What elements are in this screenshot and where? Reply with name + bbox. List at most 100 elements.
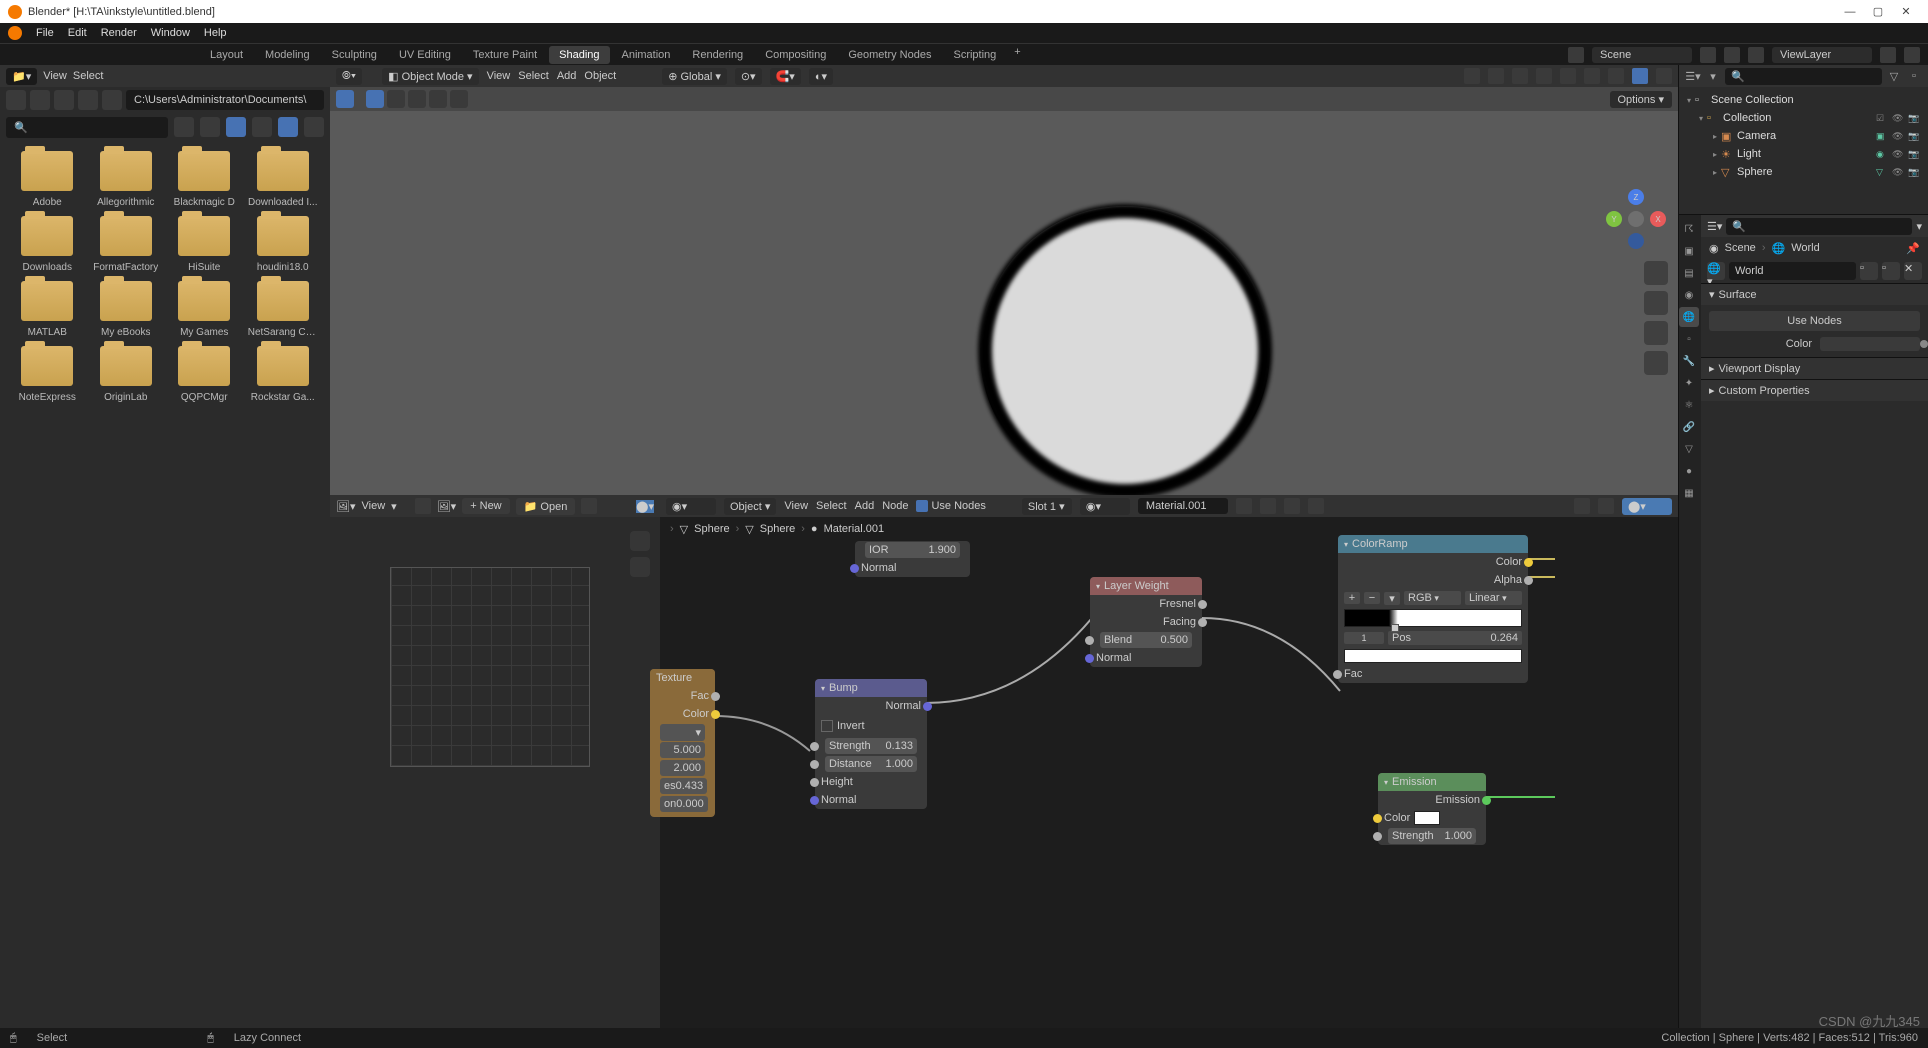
ne-display-dropdown[interactable]: ⬤▾ [1622,498,1672,515]
ramp-index[interactable]: 1 [1344,632,1384,644]
editor-type-dropdown[interactable]: 📁▾ [6,68,37,85]
bump-distance[interactable]: 1.000 [885,758,913,770]
sphere-data-icon[interactable]: ▽ [1876,167,1888,178]
tab-modeling[interactable]: Modeling [255,46,320,64]
folder-item[interactable]: Downloads [10,216,85,273]
outliner-filter-button[interactable]: ▽ [1886,68,1902,84]
world-unlink-button[interactable]: ✕ [1904,262,1922,280]
tab-shading[interactable]: Shading [549,46,609,64]
texture-node-header[interactable]: Texture [650,669,715,687]
surface-panel-header[interactable]: ▾Surface [1701,284,1928,305]
tab-compositing[interactable]: Compositing [755,46,836,64]
proptab-modifier[interactable]: 🔧 [1679,351,1699,371]
light-hide-icon[interactable]: 👁 [1892,149,1904,160]
mode-dropdown[interactable]: ◧ Object Mode ▾ [382,68,478,85]
folder-item[interactable]: Rockstar Ga... [246,346,321,403]
proptab-texture[interactable]: ▦ [1679,483,1699,503]
bump-strength[interactable]: 0.133 [885,740,913,752]
outliner-sphere[interactable]: ▸▽Sphere ▽ 👁 📷 [1683,163,1924,181]
select-subtract-button[interactable] [408,90,426,108]
material-browse-button[interactable]: ◉▾ [1080,498,1130,515]
ramp-handle[interactable] [1391,624,1399,632]
layerweight-node-header[interactable]: ▾Layer Weight [1090,577,1202,595]
menu-render[interactable]: Render [101,27,137,39]
minimize-button[interactable]: — [1836,6,1864,18]
nav-back-button[interactable] [6,90,26,110]
viewport-editor-type[interactable]: ⦾▾ [336,68,362,85]
folder-item[interactable]: Downloaded I... [246,151,321,208]
folder-item[interactable]: FormatFactory [89,216,164,273]
view-list-button[interactable] [174,117,194,137]
vp-view-menu[interactable]: View [487,70,511,82]
folder-item[interactable]: Blackmagic D [167,151,242,208]
props-search[interactable]: 🔍 [1726,218,1912,235]
snap-dropdown[interactable]: 🧲▾ [770,68,801,85]
pin-image-button[interactable] [581,498,597,514]
bump-node-header[interactable]: ▾Bump [815,679,927,697]
vp-add-menu[interactable]: Add [557,70,577,82]
material-unlink-button[interactable] [1284,498,1300,514]
props-pin-button[interactable]: 📌 [1906,242,1920,255]
camera-view-button[interactable] [1644,321,1668,345]
proptab-scene[interactable]: ◉ [1679,285,1699,305]
scene-selector[interactable]: Scene [1592,47,1692,63]
search-input[interactable]: 🔍 [6,117,168,138]
path-input[interactable]: C:\Users\Administrator\Documents\ [126,90,324,110]
ramp-color-mode[interactable]: RGB ▾ [1404,591,1461,605]
proptab-particle[interactable]: ✦ [1679,373,1699,393]
custom-properties-panel-header[interactable]: ▸Custom Properties [1701,380,1928,401]
ramp-gradient[interactable] [1344,609,1522,627]
outliner-collection[interactable]: ▾▫Collection ☑ 👁 📷 [1683,109,1924,127]
outliner-camera[interactable]: ▸▣Camera ▣ 👁 📷 [1683,127,1924,145]
bread-sphere-2[interactable]: Sphere [760,523,795,535]
fb-view-menu[interactable]: View [43,70,67,82]
ie-display-dropdown[interactable]: ⬤▾ [636,500,654,513]
world-browse-button[interactable]: 🌐▾ [1707,262,1725,280]
proptab-material[interactable]: ● [1679,461,1699,481]
perspective-button[interactable] [1644,351,1668,375]
zoom-button[interactable] [1644,261,1668,285]
tab-uvediting[interactable]: UV Editing [389,46,461,64]
ior-value[interactable]: 1.900 [928,544,956,556]
select-extend-button[interactable] [387,90,405,108]
fb-select-menu[interactable]: Select [73,70,104,82]
folder-item[interactable]: My Games [167,281,242,338]
shading-wire-button[interactable] [1560,68,1576,84]
nav-gizmo[interactable]: Z Y X [1606,189,1666,249]
folder-item[interactable]: QQPCMgr [167,346,242,403]
ie-menu-icon[interactable] [415,498,431,514]
open-image-button[interactable]: 📁 Open [516,498,576,515]
uv-zoom-button[interactable] [630,531,650,551]
viewlayer-selector[interactable]: ViewLayer [1772,47,1872,63]
world-new-button[interactable]: ▫ [1860,262,1878,280]
tex-v2[interactable]: 2.000 [673,762,701,774]
material-name-input[interactable]: Material.001 [1138,498,1228,514]
outliner-light[interactable]: ▸☀Light ◉ 👁 📷 [1683,145,1924,163]
axis-minus-z[interactable] [1628,233,1644,249]
use-nodes-button[interactable]: Use Nodes [1709,311,1920,331]
proptab-data[interactable]: ▽ [1679,439,1699,459]
sphere-render-icon[interactable]: 📷 [1908,167,1920,178]
camera-data-icon[interactable]: ▣ [1876,131,1888,142]
view-grid-button[interactable] [226,117,246,137]
axis-x[interactable]: X [1650,211,1666,227]
vp-overlay-button[interactable] [1512,68,1528,84]
outliner-mode-dropdown[interactable]: ▾ [1705,68,1721,84]
colorramp-node-header[interactable]: ▾ColorRamp [1338,535,1528,553]
emission-strength[interactable]: 1.000 [1444,830,1472,842]
tab-geonodes[interactable]: Geometry Nodes [838,46,941,64]
folder-item[interactable]: HiSuite [167,216,242,273]
props-type-dropdown[interactable]: ☰▾ [1707,220,1722,233]
shading-solid-button[interactable] [1584,68,1600,84]
tool-cursor-button[interactable] [336,90,354,108]
tab-texturepaint[interactable]: Texture Paint [463,46,547,64]
vp-gizmo-button[interactable] [1488,68,1504,84]
view-detail-button[interactable] [200,117,220,137]
uv-grid[interactable] [390,567,590,767]
nav-forward-button[interactable] [30,90,50,110]
use-nodes-checkbox[interactable]: Use Nodes [916,500,985,512]
viewport-canvas[interactable]: Z Y X [330,111,1678,495]
viewport-display-panel-header[interactable]: ▸Viewport Display [1701,358,1928,379]
new-image-button[interactable]: + New [462,498,509,514]
ramp-menu-button[interactable]: ▾ [1384,592,1400,605]
